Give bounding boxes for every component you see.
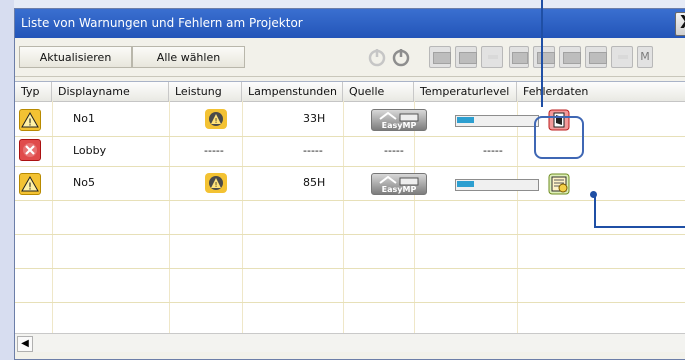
input-computer2-icon[interactable] xyxy=(455,46,477,68)
svg-text:!: ! xyxy=(28,182,32,193)
input-dvi-icon[interactable] xyxy=(585,46,607,68)
table-row[interactable]: Lobby ----- ----- ----- ----- xyxy=(15,136,685,167)
lamp-hours: ----- xyxy=(303,144,323,157)
display-name: No5 xyxy=(73,176,95,189)
table-row[interactable]: ! No1 ! 33H EasyMP xyxy=(15,102,685,137)
temperature-status: ----- xyxy=(483,144,503,157)
power-on-icon[interactable] xyxy=(390,46,414,68)
left-frame-strip xyxy=(0,0,14,360)
callout-leader-line xyxy=(541,0,543,107)
column-displayname[interactable]: Displayname xyxy=(52,82,169,101)
power-warning-icon: ! xyxy=(205,173,227,193)
temperature-fill xyxy=(457,117,474,123)
source-label: EasyMP xyxy=(382,121,417,130)
source-status: ----- xyxy=(384,144,404,157)
power-warning-icon: ! xyxy=(205,109,227,129)
error-icon xyxy=(19,139,41,161)
temperature-bar xyxy=(455,179,539,191)
source-label: EasyMP xyxy=(382,185,417,194)
close-button[interactable]: X xyxy=(675,12,685,36)
input-video-icon[interactable] xyxy=(481,46,503,68)
empty-row xyxy=(15,302,685,337)
scroll-left-icon[interactable]: ◀ xyxy=(17,336,33,352)
column-typ[interactable]: Typ xyxy=(15,82,52,101)
refresh-button[interactable]: Aktualisieren xyxy=(19,46,132,68)
input-hdmi-icon[interactable] xyxy=(559,46,581,68)
display-name: Lobby xyxy=(73,144,107,157)
svg-text:!: ! xyxy=(215,117,218,125)
horizontal-scrollbar[interactable]: ◀ xyxy=(15,333,685,352)
toolbar: Aktualisieren Alle wählen M xyxy=(15,38,685,77)
easymp-source-icon: EasyMP xyxy=(371,173,427,195)
input-more-icon[interactable] xyxy=(611,46,633,68)
lamp-hours: 33H xyxy=(303,112,326,125)
column-leistung[interactable]: Leistung xyxy=(169,82,242,101)
column-lampenstunden[interactable]: Lampenstunden xyxy=(242,82,343,101)
warning-icon: ! xyxy=(19,109,41,131)
window-title: Liste von Warnungen und Fehlern am Proje… xyxy=(21,16,303,30)
callout-leader-line xyxy=(594,194,596,228)
filter-error-icon xyxy=(548,173,570,195)
empty-row xyxy=(15,234,685,269)
select-all-button[interactable]: Alle wählen xyxy=(132,46,245,68)
input-computer1-icon[interactable] xyxy=(429,46,451,68)
input-svideo-icon[interactable] xyxy=(509,46,529,68)
window-title-bar: Liste von Warnungen und Fehlern am Proje… xyxy=(15,9,685,38)
empty-row xyxy=(15,200,685,235)
power-standby-icon[interactable] xyxy=(366,46,390,68)
warning-icon: ! xyxy=(19,173,41,195)
display-name: No1 xyxy=(73,112,95,125)
empty-row xyxy=(15,268,685,303)
column-temperaturlevel[interactable]: Temperaturlevel xyxy=(414,82,517,101)
svg-text:!: ! xyxy=(215,181,218,189)
warning-table: Typ Displayname Leistung Lampenstunden Q… xyxy=(15,81,685,352)
callout-leader-line xyxy=(594,226,685,228)
warning-list-window: Liste von Warnungen und Fehlern am Proje… xyxy=(14,8,685,360)
toolbar-more-button[interactable]: M xyxy=(637,46,653,68)
column-quelle[interactable]: Quelle xyxy=(343,82,414,101)
temperature-bar xyxy=(455,115,539,127)
lamp-hours: 85H xyxy=(303,176,326,189)
svg-text:!: ! xyxy=(28,118,32,129)
callout-highlight xyxy=(534,116,584,159)
table-header: Typ Displayname Leistung Lampenstunden Q… xyxy=(15,82,685,102)
table-row[interactable]: ! No5 ! 85H EasyMP xyxy=(15,166,685,201)
power-status: ----- xyxy=(204,144,224,157)
easymp-source-icon: EasyMP xyxy=(371,109,427,131)
temperature-fill xyxy=(457,181,474,187)
input-component-icon[interactable] xyxy=(533,46,555,68)
